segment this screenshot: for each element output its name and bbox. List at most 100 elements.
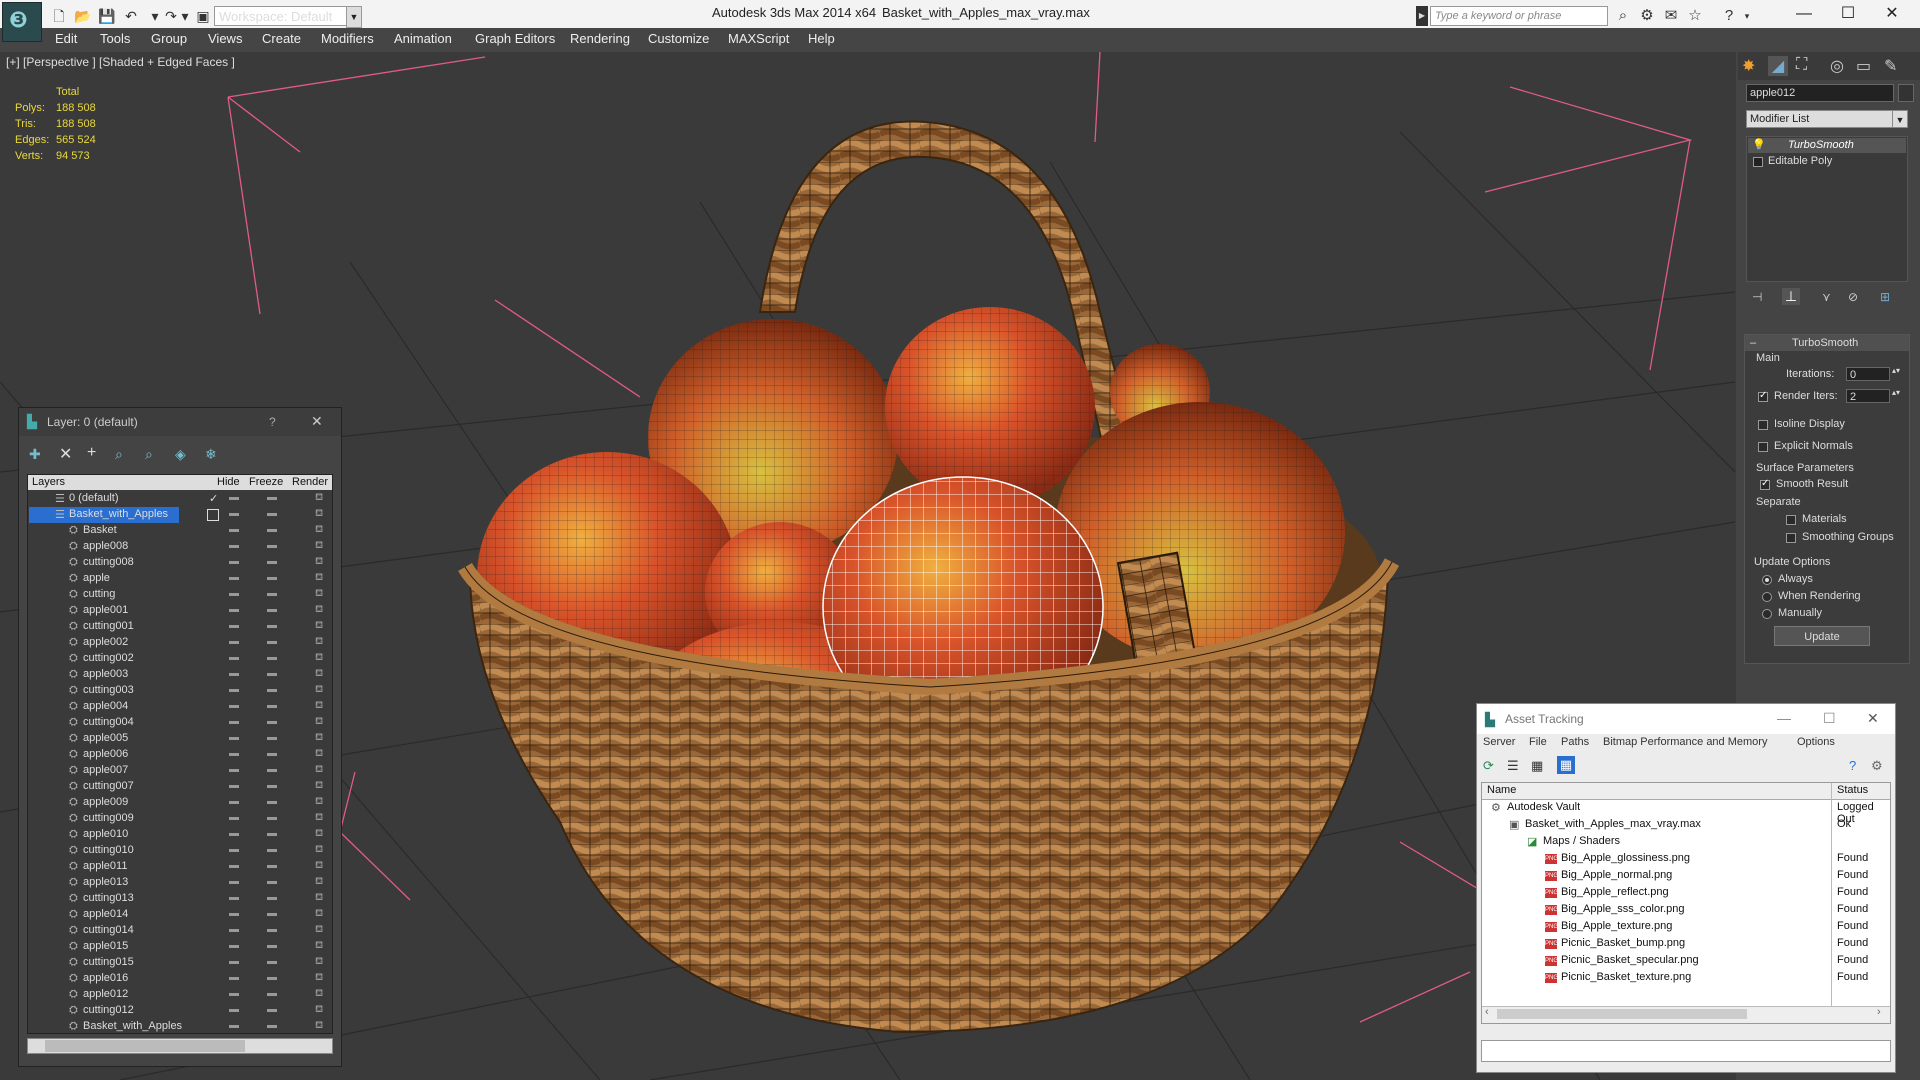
object-row[interactable]: ⛭ apple002 ▬ ▬ ⛾	[29, 635, 329, 651]
motion-tab-icon[interactable]: ◎	[1830, 56, 1844, 76]
object-row[interactable]: ⛭ apple015 ▬ ▬ ⛾	[29, 939, 329, 955]
freeze-toggle-icon[interactable]: ▬	[267, 508, 277, 519]
render-toggle-icon[interactable]: ⛾	[315, 636, 323, 649]
object-color-swatch[interactable]	[1898, 84, 1914, 102]
object-row[interactable]: ⛭ apple011 ▬ ▬ ⛾	[29, 859, 329, 875]
hide-toggle-icon[interactable]: ▬	[229, 732, 239, 743]
smoothing-groups-checkbox[interactable]	[1786, 533, 1796, 543]
menu-views[interactable]: Views	[208, 31, 242, 46]
asset-row[interactable]: PNG Picnic_Basket_specular.png Found	[1485, 953, 1887, 970]
object-row[interactable]: ⛭ Basket_with_Apples ▬ ▬ ⛾	[29, 1019, 329, 1035]
keyword-search-input[interactable]: Type a keyword or phrase	[1430, 6, 1608, 26]
show-end-result-icon[interactable]: ⊥	[1782, 288, 1800, 305]
render-toggle-icon[interactable]: ⛾	[315, 972, 323, 985]
hide-toggle-icon[interactable]: ▬	[229, 668, 239, 679]
render-toggle-icon[interactable]: ⛾	[315, 524, 323, 537]
object-row[interactable]: ⛭ apple009 ▬ ▬ ⛾	[29, 795, 329, 811]
redo-dropdown-icon[interactable]: ▾	[176, 8, 194, 24]
render-toggle-icon[interactable]: ⛾	[315, 620, 323, 633]
help-icon[interactable]: ?	[1720, 7, 1738, 25]
when-rendering-radio[interactable]	[1762, 592, 1772, 602]
render-toggle-icon[interactable]: ⛾	[315, 668, 323, 681]
layer-row[interactable]: ☰ Basket_with_Apples ▬ ▬ ⛾	[29, 507, 323, 523]
asset-row[interactable]: ◪ Maps / Shaders	[1485, 834, 1887, 851]
render-toggle-icon[interactable]: ⛾	[315, 700, 323, 713]
asset-row[interactable]: PNG Big_Apple_texture.png Found	[1485, 919, 1887, 936]
object-row[interactable]: ⛭ cutting014 ▬ ▬ ⛾	[29, 923, 329, 939]
hide-toggle-icon[interactable]: ▬	[229, 748, 239, 759]
manually-radio[interactable]	[1762, 609, 1772, 619]
smooth-result-checkbox[interactable]	[1760, 478, 1770, 490]
object-row[interactable]: ⛭ apple007 ▬ ▬ ⛾	[29, 763, 329, 779]
expand-box-icon[interactable]	[1753, 157, 1763, 167]
communication-icon[interactable]: ✉	[1662, 7, 1680, 25]
collapse-icon[interactable]: –	[1750, 337, 1756, 349]
object-row[interactable]: ⛭ cutting002 ▬ ▬ ⛾	[29, 651, 329, 667]
hide-toggle-icon[interactable]: ▬	[229, 604, 239, 615]
freeze-toggle-icon[interactable]: ▬	[267, 652, 277, 663]
hierarchy-tab-icon[interactable]: ⛶	[1796, 56, 1807, 74]
freeze-toggle-icon[interactable]: ▬	[267, 620, 277, 631]
configure-modifier-sets-icon[interactable]: ⊞	[1880, 290, 1890, 304]
asset-row[interactable]: PNG Big_Apple_sss_color.png Found	[1485, 902, 1887, 919]
maximize-icon[interactable]: ☐	[1828, 2, 1868, 26]
materials-checkbox[interactable]	[1786, 515, 1796, 525]
hide-toggle-icon[interactable]: ▬	[229, 636, 239, 647]
freeze-toggle-icon[interactable]: ▬	[267, 556, 277, 567]
iterations-spinner[interactable]: 0	[1846, 367, 1890, 381]
hide-toggle-icon[interactable]: ▬	[229, 588, 239, 599]
hide-toggle-icon[interactable]: ▬	[229, 652, 239, 663]
workspace-dropdown[interactable]: Workspace: Default	[214, 6, 354, 26]
binoculars-icon[interactable]: ⌕	[1614, 7, 1632, 25]
freeze-toggle-icon[interactable]: ▬	[267, 668, 277, 679]
object-row[interactable]: ⛭ apple006 ▬ ▬ ⛾	[29, 747, 329, 763]
spinner-arrows-icon[interactable]: ▴▾	[1892, 388, 1900, 397]
hide-toggle-icon[interactable]: ▬	[229, 860, 239, 871]
freeze-toggle-icon[interactable]: ▬	[267, 908, 277, 919]
object-row[interactable]: ⛭ apple010 ▬ ▬ ⛾	[29, 827, 329, 843]
current-layer-check-icon[interactable]: ✓	[209, 492, 218, 505]
utilities-tab-icon[interactable]: ✎	[1884, 56, 1897, 76]
scroll-left-icon[interactable]: ‹	[1485, 1006, 1489, 1018]
hide-toggle-icon[interactable]: ▬	[229, 940, 239, 951]
object-row[interactable]: ⛭ cutting ▬ ▬ ⛾	[29, 587, 329, 603]
freeze-toggle-icon[interactable]: ▬	[267, 988, 277, 999]
hide-toggle-icon[interactable]: ▬	[229, 1020, 239, 1031]
freeze-toggle-icon[interactable]: ▬	[267, 540, 277, 551]
hide-toggle-icon[interactable]: ▬	[229, 972, 239, 983]
asset-row[interactable]: PNG Big_Apple_glossiness.png Found	[1485, 851, 1887, 868]
favorites-star-icon[interactable]: ☆	[1686, 7, 1704, 25]
freeze-toggle-icon[interactable]: ▬	[267, 572, 277, 583]
menu-graph-editors[interactable]: Graph Editors	[475, 31, 555, 46]
freeze-toggle-icon[interactable]: ▬	[267, 748, 277, 759]
freeze-toggle-icon[interactable]: ▬	[267, 1020, 277, 1031]
render-toggle-icon[interactable]: ⛾	[315, 796, 323, 809]
scroll-right-icon[interactable]: ›	[1877, 1006, 1881, 1018]
create-tab-icon[interactable]: ✸	[1742, 56, 1755, 76]
freeze-toggle-icon[interactable]: ▬	[267, 780, 277, 791]
hide-toggle-icon[interactable]: ▬	[229, 524, 239, 535]
object-row[interactable]: ⛭ cutting007 ▬ ▬ ⛾	[29, 779, 329, 795]
freeze-toggle-icon[interactable]: ▬	[267, 524, 277, 535]
viewport-label[interactable]: [+] [Perspective ] [Shaded + Edged Faces…	[6, 55, 235, 69]
freeze-toggle-icon[interactable]: ▬	[267, 924, 277, 935]
app-logo-button[interactable]: ❸	[2, 2, 42, 42]
freeze-toggle-icon[interactable]: ▬	[267, 892, 277, 903]
freeze-toggle-icon[interactable]: ▬	[267, 732, 277, 743]
object-row[interactable]: ⛭ cutting013 ▬ ▬ ⛾	[29, 891, 329, 907]
hide-toggle-icon[interactable]: ▬	[229, 540, 239, 551]
asset-row[interactable]: PNG Big_Apple_normal.png Found	[1485, 868, 1887, 885]
asset-row[interactable]: ▣ Basket_with_Apples_max_vray.max Ok	[1485, 817, 1887, 834]
hide-toggle-icon[interactable]: ▬	[229, 556, 239, 567]
render-toggle-icon[interactable]: ⛾	[315, 860, 323, 873]
freeze-toggle-icon[interactable]: ▬	[267, 940, 277, 951]
remove-modifier-icon[interactable]: ⊘	[1848, 290, 1858, 304]
hide-toggle-icon[interactable]: ▬	[229, 812, 239, 823]
render-toggle-icon[interactable]: ⛾	[315, 1004, 323, 1017]
render-toggle-icon[interactable]: ⛾	[315, 604, 323, 617]
render-toggle-icon[interactable]: ⛾	[315, 540, 323, 553]
freeze-toggle-icon[interactable]: ▬	[267, 492, 277, 503]
object-row[interactable]: ⛭ cutting015 ▬ ▬ ⛾	[29, 955, 329, 971]
hide-toggle-icon[interactable]: ▬	[229, 988, 239, 999]
freeze-toggle-icon[interactable]: ▬	[267, 684, 277, 695]
